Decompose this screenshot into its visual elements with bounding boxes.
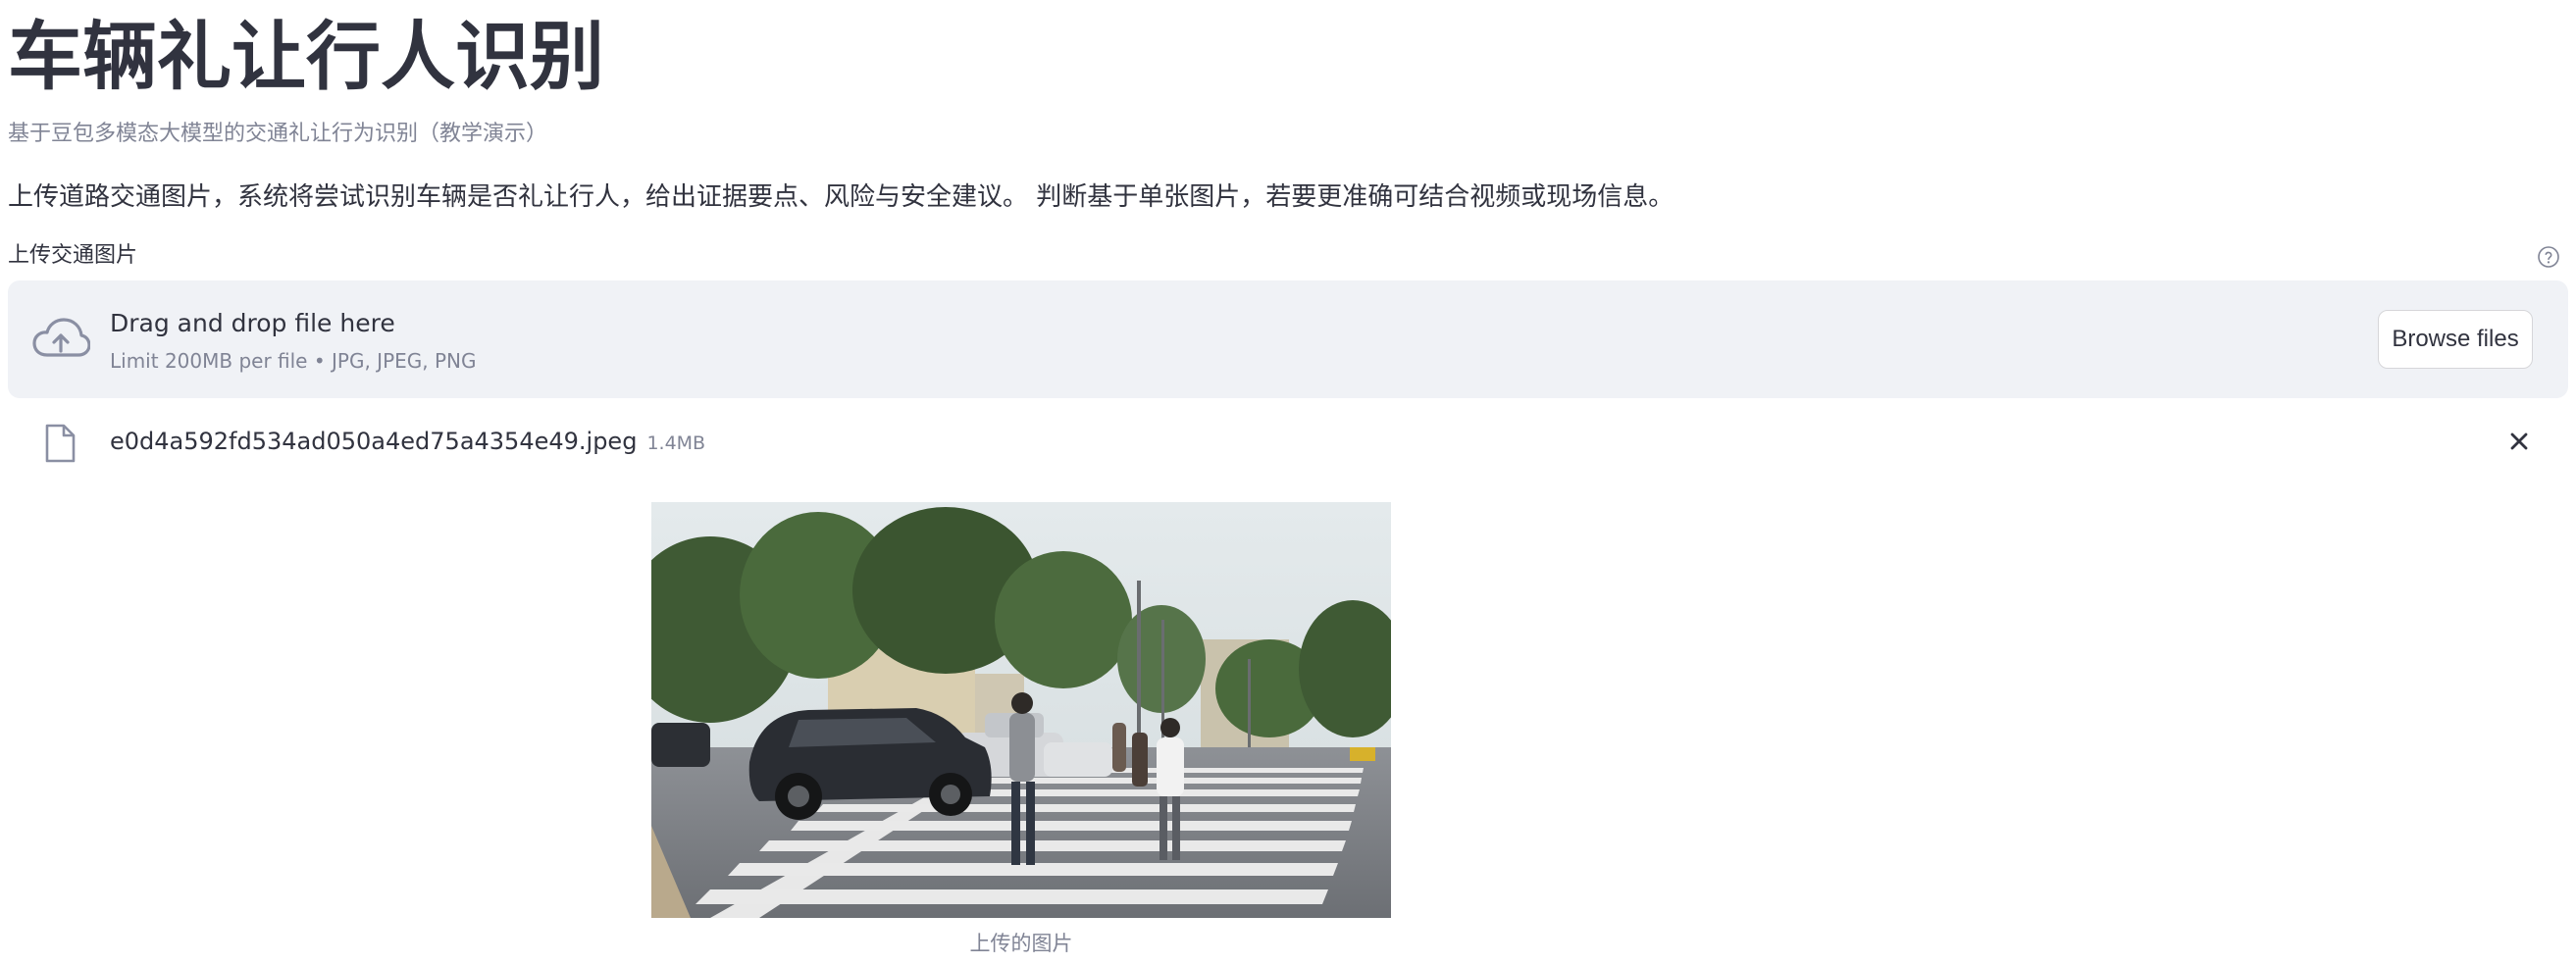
file-dropzone[interactable]: Drag and drop file here Limit 200MB per …: [8, 280, 2568, 398]
file-size: 1.4MB: [646, 432, 706, 454]
file-icon: [45, 424, 76, 463]
uploader-label: 上传交通图片: [8, 243, 138, 268]
image-caption: 上传的图片: [969, 932, 1073, 955]
page-title: 车辆礼让行人识别: [8, 13, 604, 100]
uploaded-traffic-photo: [651, 502, 1391, 918]
dropzone-title: Drag and drop file here: [110, 309, 395, 337]
browse-files-button[interactable]: Browse files: [2378, 310, 2533, 369]
help-circle-icon[interactable]: [2537, 245, 2560, 269]
uploaded-file-row: e0d4a592fd534ad050a4ed75a4354e49.jpeg 1.4…: [8, 412, 2568, 471]
file-name-text: e0d4a592fd534ad050a4ed75a4354e49.jpeg: [110, 428, 638, 455]
page-subtitle: 基于豆包多模态大模型的交通礼让行为识别（教学演示）: [8, 122, 548, 146]
uploaded-file-name: e0d4a592fd534ad050a4ed75a4354e49.jpeg 1.4…: [110, 425, 705, 460]
cloud-upload-icon: [32, 318, 90, 357]
page-description: 上传道路交通图片，系统将尝试识别车辆是否礼让行人，给出证据要点、风险与安全建议。…: [8, 182, 1674, 212]
close-icon[interactable]: [2501, 424, 2537, 459]
uploaded-image-figure: 上传的图片: [651, 502, 1391, 965]
dropzone-limit: Limit 200MB per file • JPG, JPEG, PNG: [110, 349, 477, 373]
